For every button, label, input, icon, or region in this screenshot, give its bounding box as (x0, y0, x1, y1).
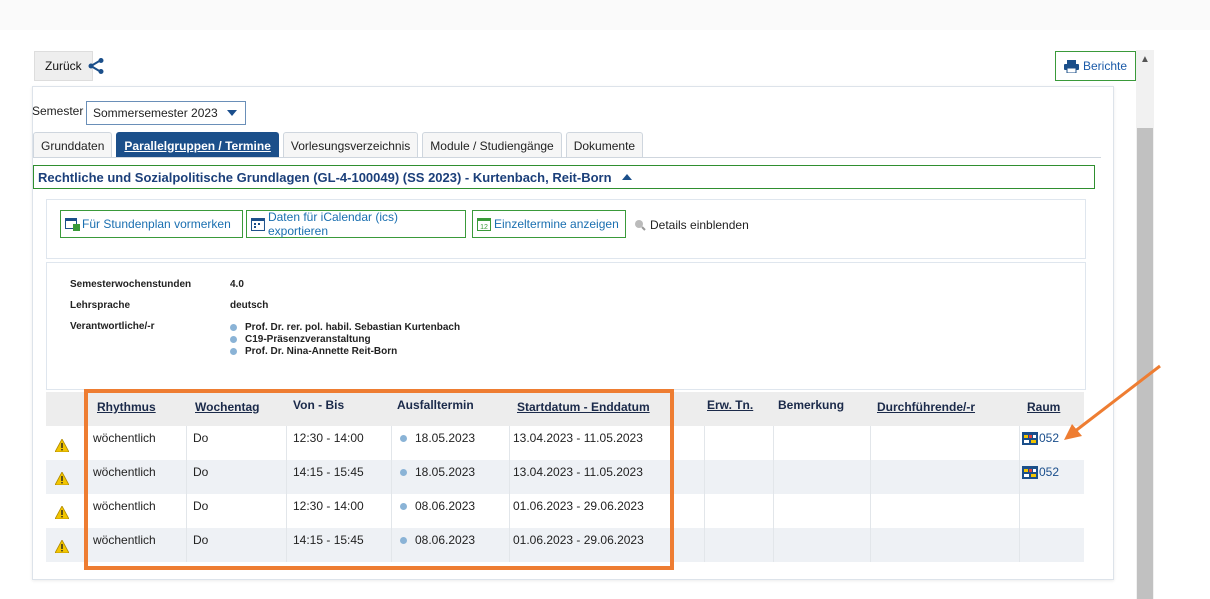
responsible-item: C19-Präsenzveranstaltung (230, 334, 371, 345)
column-divider (509, 426, 510, 562)
language-value: deutsch (230, 300, 269, 311)
cell-cancel: 08.06.2023 (400, 533, 475, 547)
cell-dates: 13.04.2023 - 11.05.2023 (513, 465, 643, 479)
warning-icon (55, 540, 69, 553)
col-dates[interactable]: Startdatum - Enddatum (517, 400, 650, 414)
details-toggle[interactable]: Details einblenden (634, 218, 749, 232)
cell-dates: 13.04.2023 - 11.05.2023 (513, 431, 643, 445)
room-icon (1022, 465, 1038, 479)
cell-dates: 01.06.2023 - 29.06.2023 (513, 533, 644, 547)
cell-weekday: Do (193, 499, 209, 513)
cell-rhythm: wöchentlich (93, 533, 156, 547)
col-remark: Bemerkung (778, 398, 845, 412)
calendar-icon (251, 218, 265, 231)
cell-cancel: 18.05.2023 (400, 431, 475, 445)
tab-divider (33, 157, 1101, 158)
printer-icon (1064, 59, 1079, 73)
responsible-label: Verantwortliche/-r (70, 321, 155, 332)
tab-parallelgruppen[interactable]: Parallelgruppen / Termine (116, 132, 279, 158)
sws-label: Semesterwochenstunden (70, 279, 192, 290)
svg-text:12: 12 (480, 224, 488, 231)
cell-time: 12:30 - 14:00 (293, 499, 364, 513)
annotation-arrow-icon (1064, 364, 1161, 440)
cell-cancel: 08.06.2023 (400, 499, 475, 513)
column-divider (773, 426, 774, 562)
back-button[interactable]: Zurück (34, 51, 93, 81)
warning-icon (55, 439, 69, 452)
col-ext-participants[interactable]: Erw. Tn. (707, 398, 753, 412)
course-title[interactable]: Rechtliche und Sozialpolitische Grundlag… (33, 165, 1095, 189)
cell-time: 14:15 - 15:45 (293, 533, 364, 547)
tab-bar: Grunddaten Parallelgruppen / Termine Vor… (33, 132, 647, 158)
cell-time: 14:15 - 15:45 (293, 465, 364, 479)
reports-button[interactable]: Berichte (1055, 51, 1137, 81)
column-divider (391, 426, 392, 562)
cell-dates: 01.06.2023 - 29.06.2023 (513, 499, 644, 513)
tab-vorlesungsverzeichnis[interactable]: Vorlesungsverzeichnis (282, 132, 419, 158)
scroll-up-icon[interactable]: ▲ (1136, 50, 1154, 68)
ical-export-button[interactable]: Daten für iCalendar (ics) exportieren (246, 210, 466, 238)
calendar-add-icon (65, 218, 80, 231)
tab-dokumente[interactable]: Dokumente (565, 132, 644, 158)
responsible-item: Prof. Dr. rer. pol. habil. Sebastian Kur… (230, 322, 460, 333)
semester-label: Semester (32, 104, 84, 118)
cell-rhythm: wöchentlich (93, 431, 156, 445)
cell-weekday: Do (193, 533, 209, 547)
single-dates-button[interactable]: 12 Einzeltermine anzeigen (472, 210, 626, 238)
language-label: Lehrsprache (70, 300, 131, 311)
cell-time: 12:30 - 14:00 (293, 431, 364, 445)
cell-weekday: Do (193, 465, 209, 479)
room-link[interactable]: 052 (1022, 465, 1059, 479)
sws-value: 4.0 (230, 279, 244, 290)
cell-rhythm: wöchentlich (93, 465, 156, 479)
chevron-down-icon (227, 110, 237, 116)
room-link[interactable]: 052 (1022, 431, 1059, 445)
cell-rhythm: wöchentlich (93, 499, 156, 513)
info-box (46, 262, 1086, 390)
room-icon (1022, 431, 1038, 445)
column-divider (1019, 426, 1020, 562)
column-divider (704, 426, 705, 562)
tab-module[interactable]: Module / Studiengänge (422, 132, 562, 158)
col-time: Von - Bis (293, 398, 345, 412)
schedule-button[interactable]: Für Stundenplan vormerken (60, 210, 243, 238)
calendar-day-icon: 12 (477, 218, 491, 231)
top-bar (0, 0, 1210, 30)
col-rhythm[interactable]: Rhythmus (97, 400, 156, 414)
column-divider (870, 426, 871, 562)
col-cancel: Ausfalltermin (397, 398, 474, 412)
magnifier-icon (635, 220, 646, 231)
warning-icon (55, 472, 69, 485)
semester-select[interactable]: Sommersemester 2023 (86, 101, 246, 125)
col-weekday[interactable]: Wochentag (195, 400, 259, 414)
chevron-up-icon[interactable] (621, 174, 632, 180)
column-divider (186, 426, 187, 562)
responsible-item: Prof. Dr. Nina-Annette Reit-Born (230, 346, 397, 357)
share-icon[interactable] (88, 58, 104, 74)
column-divider (286, 426, 287, 562)
cell-weekday: Do (193, 431, 209, 445)
col-room[interactable]: Raum (1027, 400, 1060, 414)
col-lecturer[interactable]: Durchführende/-r (877, 400, 975, 414)
warning-icon (55, 506, 69, 519)
tab-grunddaten[interactable]: Grunddaten (33, 132, 113, 158)
cell-cancel: 18.05.2023 (400, 465, 475, 479)
